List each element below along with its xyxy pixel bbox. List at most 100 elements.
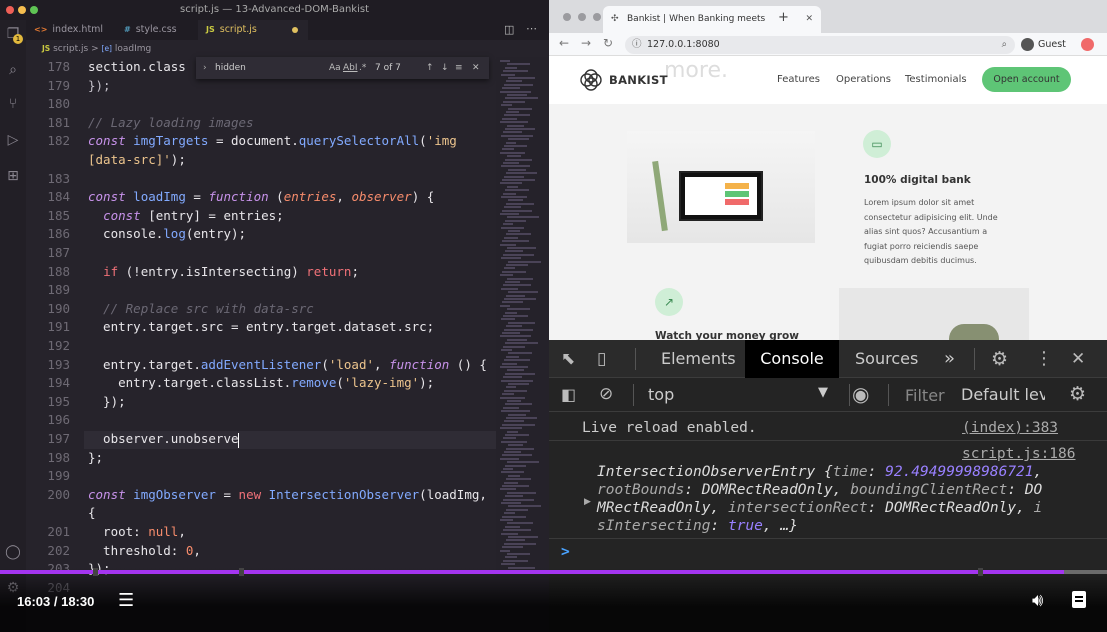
find-input[interactable]: hidden	[215, 57, 246, 79]
match-case-toggle[interactable]: Aa	[329, 57, 341, 79]
source-control-icon[interactable]: ⑂	[5, 96, 21, 112]
minimize-window-icon[interactable]	[578, 13, 586, 21]
clear-console-icon[interactable]: ⊘	[599, 384, 613, 404]
code-line[interactable]: const loadImg = function (entries, obser…	[88, 189, 434, 204]
minimap-line	[501, 104, 512, 107]
maximize-window-icon[interactable]	[30, 6, 38, 14]
kebab-menu-icon[interactable]: ⋮	[1035, 340, 1053, 378]
live-expression-eye-icon[interactable]: ◉	[852, 382, 869, 406]
tab-index-html[interactable]: <> index.html	[26, 20, 110, 40]
settings-gear-icon[interactable]: ⚙	[991, 340, 1008, 378]
url-field[interactable]: ⓘ 127.0.0.1:8080 ⌕	[625, 36, 1015, 54]
regex-toggle[interactable]: .*	[359, 57, 366, 79]
filter-input[interactable]: Filter	[905, 386, 945, 405]
volume-icon[interactable]: 🔊︎	[1032, 590, 1043, 611]
code-line[interactable]: console.log(entry);	[88, 226, 246, 241]
nav-link-operations[interactable]: Operations	[836, 74, 891, 85]
line-number: 193	[47, 356, 70, 372]
minimize-window-icon[interactable]	[18, 6, 26, 14]
code-line[interactable]: threshold: 0,	[88, 543, 201, 558]
code-line[interactable]: // Replace src with data-src	[88, 301, 314, 316]
code-line[interactable]: // Lazy loading images	[88, 115, 254, 130]
zoom-icon[interactable]: ⌕	[1002, 36, 1007, 54]
bankist-logo-text: BANKIST	[609, 73, 668, 87]
more-tabs-icon[interactable]: »	[944, 340, 955, 378]
minimap-line	[505, 495, 523, 498]
extensions-icon[interactable]: ⊞	[5, 168, 21, 184]
breadcrumb-file[interactable]: script.js	[53, 44, 88, 54]
minimap-line	[501, 349, 512, 351]
toggle-replace-icon[interactable]: ›	[203, 57, 207, 79]
expand-triangle-icon[interactable]: ▶	[584, 497, 591, 507]
code-line[interactable]: observer.unobserve	[88, 431, 238, 446]
code-line[interactable]: entry.target.src = entry.target.dataset.…	[88, 319, 434, 334]
profile-button[interactable]: Guest	[1021, 36, 1066, 53]
inspect-element-icon[interactable]: ⬉	[561, 340, 585, 378]
minimap-line	[505, 525, 520, 528]
code-line[interactable]: const imgTargets = document.querySelecto…	[88, 133, 457, 148]
console-source-link[interactable]: script.js:186	[962, 446, 1076, 462]
minimap-line	[506, 141, 516, 144]
search-icon[interactable]: ⌕	[5, 62, 21, 78]
code-line[interactable]: });	[88, 78, 111, 93]
console-prompt[interactable]: >	[561, 544, 570, 560]
whole-word-toggle[interactable]: AbI	[343, 57, 358, 79]
code-line[interactable]: section.class	[88, 59, 186, 74]
close-find-icon[interactable]: ✕	[472, 57, 480, 79]
tab-sources[interactable]: Sources	[855, 340, 918, 378]
find-in-selection-icon[interactable]: ≡	[455, 57, 463, 79]
code-line[interactable]: [data-src]');	[88, 152, 186, 167]
playlist-icon[interactable]: ☰	[118, 590, 134, 611]
code-line[interactable]: const imgObserver = new IntersectionObse…	[88, 487, 487, 502]
new-tab-icon[interactable]: +	[778, 10, 789, 25]
run-debug-icon[interactable]: ▷	[5, 132, 21, 148]
update-menu-icon[interactable]	[1081, 38, 1094, 51]
code-line[interactable]: if (!entry.isIntersecting) return;	[88, 264, 359, 279]
minimap-line	[506, 202, 534, 205]
code-line[interactable]: };	[88, 450, 103, 465]
code-line[interactable]: entry.target.classList.remove('lazy-img'…	[88, 375, 434, 390]
console-source-link[interactable]: (index):383	[962, 420, 1058, 436]
split-editor-icon[interactable]: ◫	[504, 23, 514, 36]
close-window-icon[interactable]	[6, 6, 14, 14]
next-match-icon[interactable]: ↓	[441, 57, 449, 79]
tab-console[interactable]: Console	[745, 340, 839, 378]
transcript-icon[interactable]	[1072, 591, 1086, 608]
minimap[interactable]	[496, 57, 549, 577]
console-message: Live reload enabled.	[582, 420, 757, 436]
console-settings-gear-icon[interactable]: ⚙	[1069, 383, 1086, 405]
nav-link-testimonials[interactable]: Testimonials	[905, 74, 967, 85]
code-area[interactable]: 178 section.class 179}); 180 181 // Lazy load…	[26, 57, 496, 595]
minimap-line	[505, 158, 532, 161]
tab-elements[interactable]: Elements	[661, 340, 736, 378]
tab-script-js[interactable]: JS script.js	[198, 20, 308, 40]
account-icon[interactable]: ◯	[5, 544, 21, 560]
site-info-icon[interactable]: ⓘ	[632, 36, 642, 54]
maximize-window-icon[interactable]	[593, 13, 601, 21]
forward-icon[interactable]: →	[581, 36, 591, 50]
minimap-line	[501, 165, 530, 168]
close-devtools-icon[interactable]: ✕	[1071, 340, 1085, 378]
context-selector[interactable]: top ▼	[648, 385, 828, 404]
previous-match-icon[interactable]: ↑	[426, 57, 434, 79]
device-toolbar-icon[interactable]: ▯	[597, 340, 621, 378]
nav-link-features[interactable]: Features	[777, 74, 820, 85]
code-line[interactable]: });	[88, 394, 126, 409]
back-icon[interactable]: ←	[559, 36, 569, 50]
code-line[interactable]: entry.target.addEventListener('load', fu…	[88, 357, 487, 372]
log-levels-dropdown[interactable]: Default leve	[961, 385, 1045, 404]
code-line[interactable]: const [entry] = entries;	[88, 208, 284, 223]
open-account-button[interactable]: Open account	[982, 67, 1071, 92]
reload-icon[interactable]: ↻	[603, 36, 613, 50]
minimap-line	[503, 406, 519, 409]
code-line[interactable]: {	[88, 505, 96, 520]
breadcrumb-symbol[interactable]: loadImg	[115, 44, 151, 54]
line-number: 183	[47, 170, 70, 186]
more-actions-icon[interactable]: ⋯	[526, 22, 537, 35]
minimap-line	[508, 107, 532, 110]
close-window-icon[interactable]	[563, 13, 571, 21]
code-line[interactable]: root: null,	[88, 524, 186, 539]
tab-style-css[interactable]: # style.css	[116, 20, 200, 40]
sidebar-toggle-icon[interactable]: ◧	[561, 385, 576, 404]
close-tab-icon[interactable]: ✕	[805, 6, 813, 33]
